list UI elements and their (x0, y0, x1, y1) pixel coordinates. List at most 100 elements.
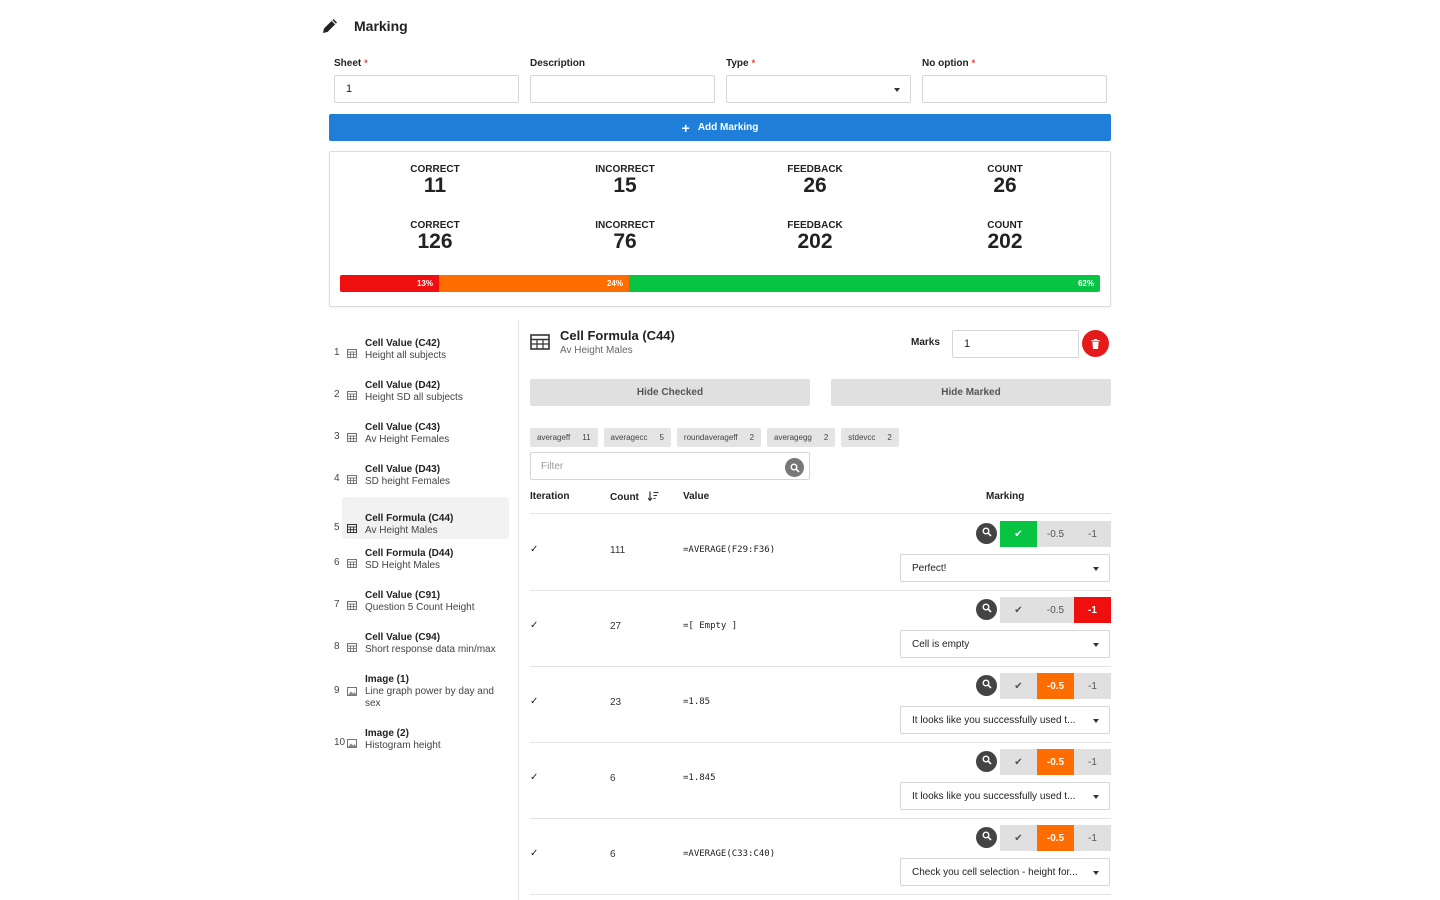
table-row: ✓ 6 =1.845 ✔ -0.5 -1 It looks like you success… (530, 742, 1111, 818)
marks-input[interactable]: 1 (952, 330, 1079, 358)
column-count-label: Count (610, 492, 639, 503)
stat-count: COUNT 26 (925, 164, 1085, 197)
stat-value: 26 (803, 174, 827, 197)
mark-half-button[interactable]: -0.5 (1037, 521, 1074, 547)
row-value: =AVERAGE(F29:F36) (683, 545, 776, 555)
image-icon (347, 739, 357, 748)
search-icon (982, 831, 992, 844)
chevron-down-icon (1093, 795, 1099, 799)
stat-value: 11 (423, 174, 447, 197)
sidebar-item[interactable]: 9 Image (1) Line graph power by day and se… (329, 673, 519, 715)
inspect-button[interactable] (976, 599, 997, 620)
table-row: ✓ 23 =1.85 ✔ -0.5 -1 It looks like you success… (530, 666, 1111, 742)
row-value: =AVERAGE(C33:C40) (683, 849, 776, 859)
sidebar-item-subtitle: Short response data min/max (365, 644, 496, 655)
feedback-select[interactable]: It looks like you successfully used t... (900, 706, 1110, 734)
mark-half-button[interactable]: -0.5 (1037, 825, 1074, 851)
table-icon (347, 433, 357, 442)
mark-correct-button[interactable]: ✔ (1000, 825, 1037, 851)
filter-tag[interactable]: averagecc 5 (603, 428, 671, 447)
iteration-check-icon: ✓ (530, 772, 539, 783)
mark-half-button[interactable]: -0.5 (1037, 673, 1074, 699)
mark-half-button[interactable]: -0.5 (1037, 749, 1074, 775)
add-marking-button[interactable]: + Add Marking (329, 114, 1111, 141)
sidebar-item-number: 9 (334, 685, 340, 696)
mark-minus-one-button[interactable]: -1 (1074, 749, 1111, 775)
sheet-input[interactable]: 1 (334, 75, 519, 103)
stat-value: 15 (613, 174, 637, 197)
image-icon (347, 687, 357, 696)
tag-name: averageff (537, 433, 571, 442)
sidebar-item[interactable]: 3 Cell Value (C43) Av Height Females (329, 421, 519, 463)
filter-tag[interactable]: roundaverageff 2 (676, 428, 762, 447)
inspect-button[interactable] (976, 827, 997, 848)
tag-name: stdevcc (848, 433, 876, 442)
stat-value: 202 (797, 230, 833, 253)
feedback-value: Cell is empty (912, 638, 970, 650)
feedback-select[interactable]: Check you cell selection - height for... (900, 858, 1110, 886)
mark-toggle-group: ✔ -0.5 -1 (1000, 521, 1111, 547)
required-marker: * (364, 58, 368, 68)
filter-input[interactable]: Filter (530, 452, 810, 480)
description-input[interactable] (530, 75, 715, 103)
stat-value: 126 (417, 230, 453, 253)
mark-minus-one-button[interactable]: -1 (1074, 825, 1111, 851)
stats-panel: CORRECT 11 INCORRECT 15 FEEDBACK 26 COUN… (329, 151, 1111, 307)
inspect-button[interactable] (976, 751, 997, 772)
hide-marked-button[interactable]: Hide Marked (831, 379, 1111, 406)
mark-correct-button[interactable]: ✔ (1000, 521, 1037, 547)
filter-tag[interactable]: averageff 11 (530, 428, 598, 447)
search-button[interactable] (785, 458, 804, 477)
sidebar-item-title: Cell Value (C43) (365, 422, 441, 433)
mark-minus-one-button[interactable]: -1 (1074, 597, 1111, 623)
progress-segment-label: 62% (1077, 279, 1094, 288)
column-count[interactable]: Count (610, 491, 659, 503)
no-option-input[interactable] (922, 75, 1107, 103)
mark-half-button[interactable]: -0.5 (1037, 597, 1074, 623)
sidebar-item[interactable]: 8 Cell Value (C94) Short response data min… (329, 631, 519, 673)
delete-button[interactable] (1082, 330, 1109, 357)
filter-tag[interactable]: averagegg 2 (767, 428, 836, 447)
stat-count-total: COUNT 202 (925, 220, 1085, 253)
sidebar-item[interactable]: 2 Cell Value (D42) Height SD all subjects (329, 379, 519, 421)
column-marking: Marking (986, 491, 1025, 502)
table-icon (347, 475, 357, 484)
sidebar-item-title: Cell Value (D43) (365, 464, 441, 475)
table-icon (347, 601, 357, 610)
mark-minus-one-button[interactable]: -1 (1074, 521, 1111, 547)
sidebar-item[interactable]: 7 Cell Value (C91) Question 5 Count Height (329, 589, 519, 631)
mark-minus-one-button[interactable]: -1 (1074, 673, 1111, 699)
sidebar-item-number: 7 (334, 599, 340, 610)
mark-correct-button[interactable]: ✔ (1000, 673, 1037, 699)
sidebar-item-title: Cell Value (C91) (365, 590, 441, 601)
sidebar-item-title: Image (1) (365, 674, 409, 685)
type-select[interactable] (726, 75, 911, 103)
row-value: =1.85 (683, 697, 711, 707)
sidebar-item-subtitle: Av Height Males (365, 525, 438, 536)
iteration-check-icon: ✓ (530, 544, 539, 555)
inspect-button[interactable] (976, 523, 997, 544)
mark-correct-button[interactable]: ✔ (1000, 749, 1037, 775)
feedback-select[interactable]: Perfect! (900, 554, 1110, 582)
filter-tag[interactable]: stdevcc 2 (841, 428, 899, 447)
column-value[interactable]: Value (683, 491, 709, 502)
feedback-select[interactable]: It looks like you successfully used t... (900, 782, 1110, 810)
stat-value: 26 (993, 174, 1017, 197)
sidebar-item[interactable]: 10 Image (2) Histogram height (329, 727, 519, 769)
mark-correct-button[interactable]: ✔ (1000, 597, 1037, 623)
sidebar-item-number: 10 (334, 737, 346, 748)
sidebar-item[interactable]: 5 Cell Formula (C44) Av Height Males (329, 497, 519, 539)
hide-checked-button[interactable]: Hide Checked (530, 379, 810, 406)
row-value: =1.845 (683, 773, 716, 783)
progress-segment: 62% (629, 275, 1100, 292)
inspect-button[interactable] (976, 675, 997, 696)
tag-name: roundaverageff (683, 433, 738, 442)
sidebar-item[interactable]: 1 Cell Value (C42) Height all subjects (329, 337, 519, 379)
add-marking-label: Add Marking (697, 122, 759, 133)
search-icon (982, 755, 992, 768)
row-value: =[ Empty ] (683, 621, 738, 631)
column-iteration[interactable]: Iteration (530, 491, 569, 502)
sidebar-item[interactable]: 6 Cell Formula (D44) SD Height Males (329, 547, 519, 589)
feedback-select[interactable]: Cell is empty (900, 630, 1110, 658)
tag-count: 2 (749, 433, 755, 442)
